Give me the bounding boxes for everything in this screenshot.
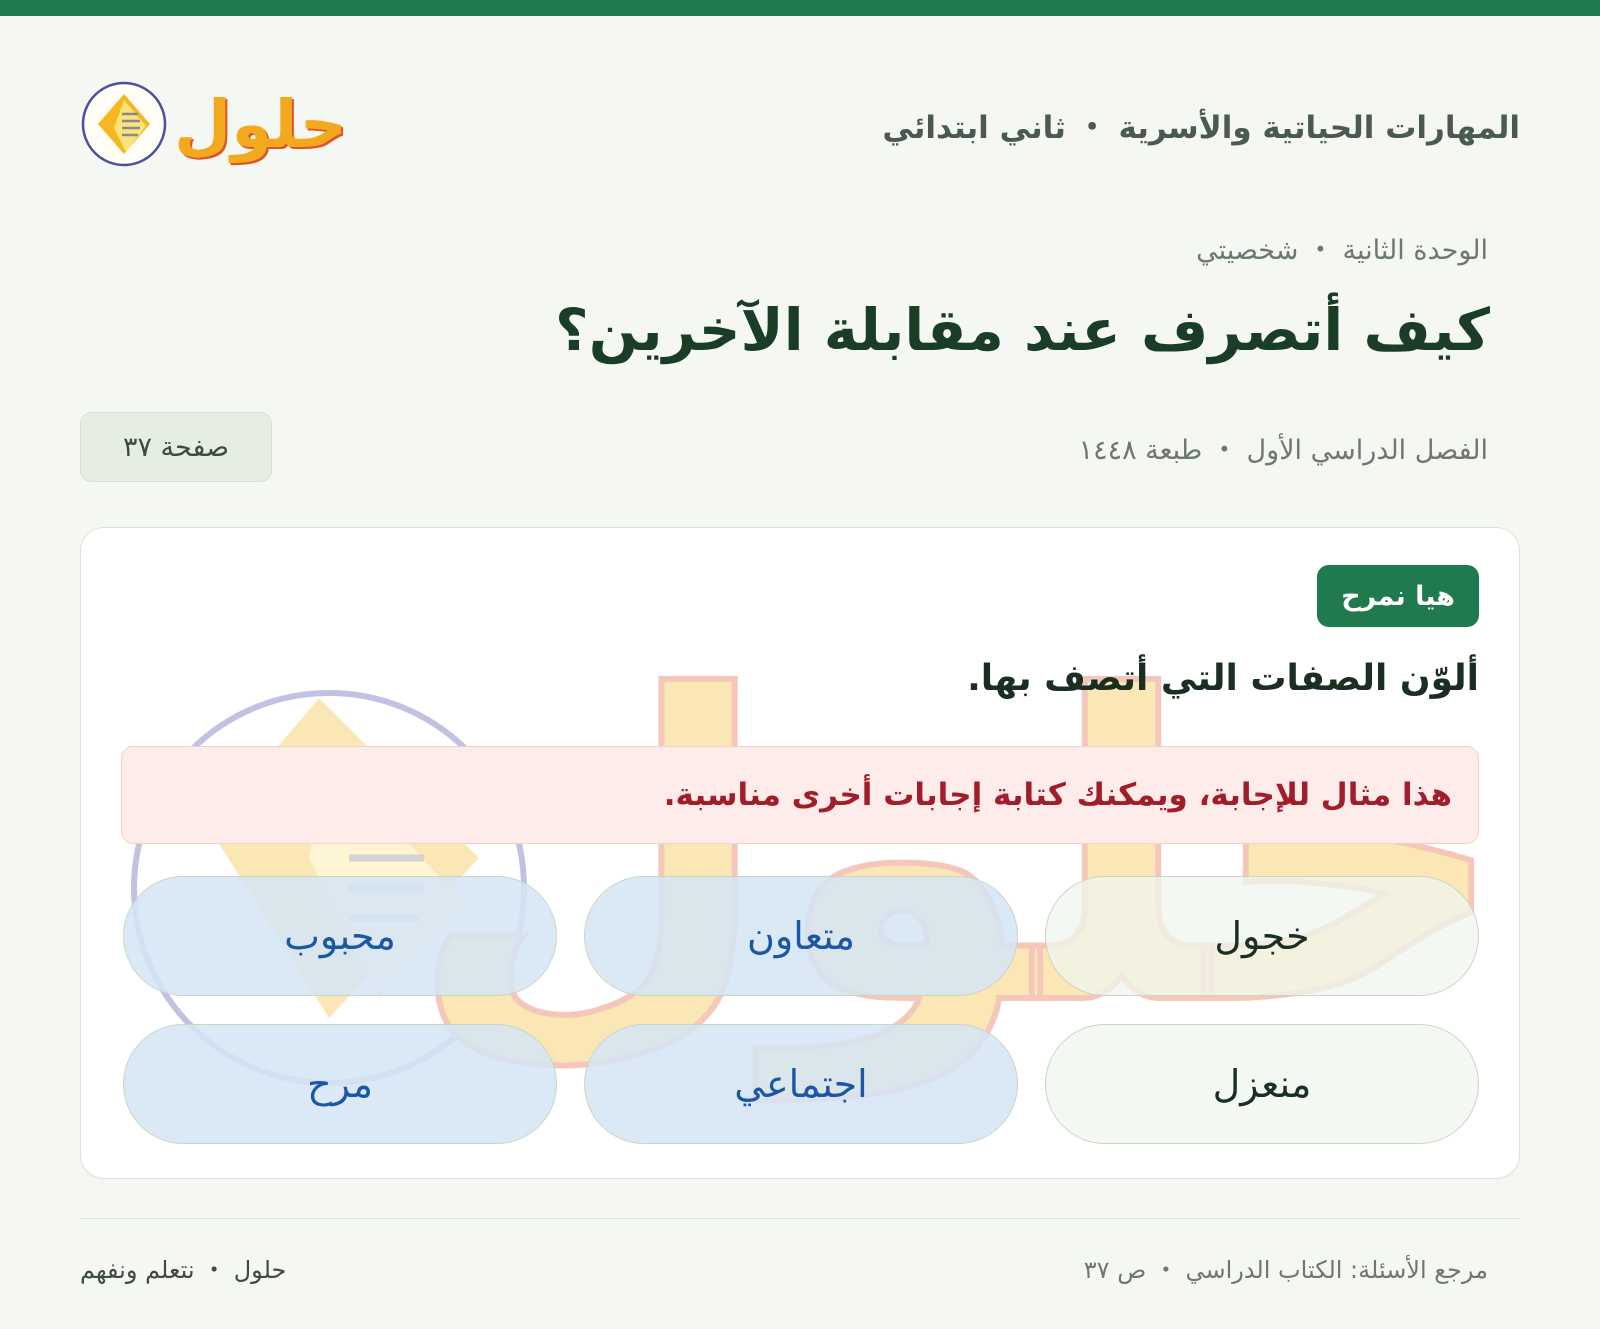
trait-options: خجول متعاون محبوب منعزل اجتماعي مرح (121, 876, 1479, 1144)
footer-reference: مرجع الأسئلة: الكتاب الدراسي ・ ص ٣٧ (1083, 1256, 1488, 1284)
section-badge: هيا نمرح (1317, 565, 1479, 627)
book-emblem-icon (81, 81, 167, 167)
footer-brand: حلول ・ نتعلم ونفهم (80, 1256, 287, 1284)
site-logo[interactable]: حلول (80, 80, 347, 168)
trait-option[interactable]: منعزل (1045, 1024, 1479, 1144)
lesson-title: كيف أتصرف عند مقابلة الآخرين؟ (555, 296, 1490, 364)
trait-option[interactable]: اجتماعي (584, 1024, 1018, 1144)
term-label: الفصل الدراسي الأول ・ طبعة ١٤٤٨ (1078, 435, 1488, 466)
trait-option[interactable]: متعاون (584, 876, 1018, 996)
question-text: ألوّن الصفات التي أتصف بها. (967, 658, 1479, 699)
subject-title: المهارات الحياتية والأسرية ・ ثاني ابتدائ… (882, 109, 1520, 146)
logo-text: حلول (174, 85, 348, 163)
trait-option[interactable]: خجول (1045, 876, 1479, 996)
trait-option[interactable]: محبوب (123, 876, 557, 996)
answer-note: هذا مثال للإجابة، ويمكنك كتابة إجابات أخ… (121, 746, 1479, 844)
activity-card: حلول هيا نمرح ألوّن الصفات التي أتصف بها… (80, 527, 1520, 1179)
page-header: المهارات الحياتية والأسرية ・ ثاني ابتدائ… (80, 64, 1520, 184)
trait-option[interactable]: مرح (123, 1024, 557, 1144)
top-accent-bar (0, 0, 1600, 16)
footer-divider (80, 1218, 1520, 1219)
page-number-badge: صفحة ٣٧ (80, 412, 272, 482)
unit-label: الوحدة الثانية ・ شخصيتي (1196, 235, 1488, 266)
